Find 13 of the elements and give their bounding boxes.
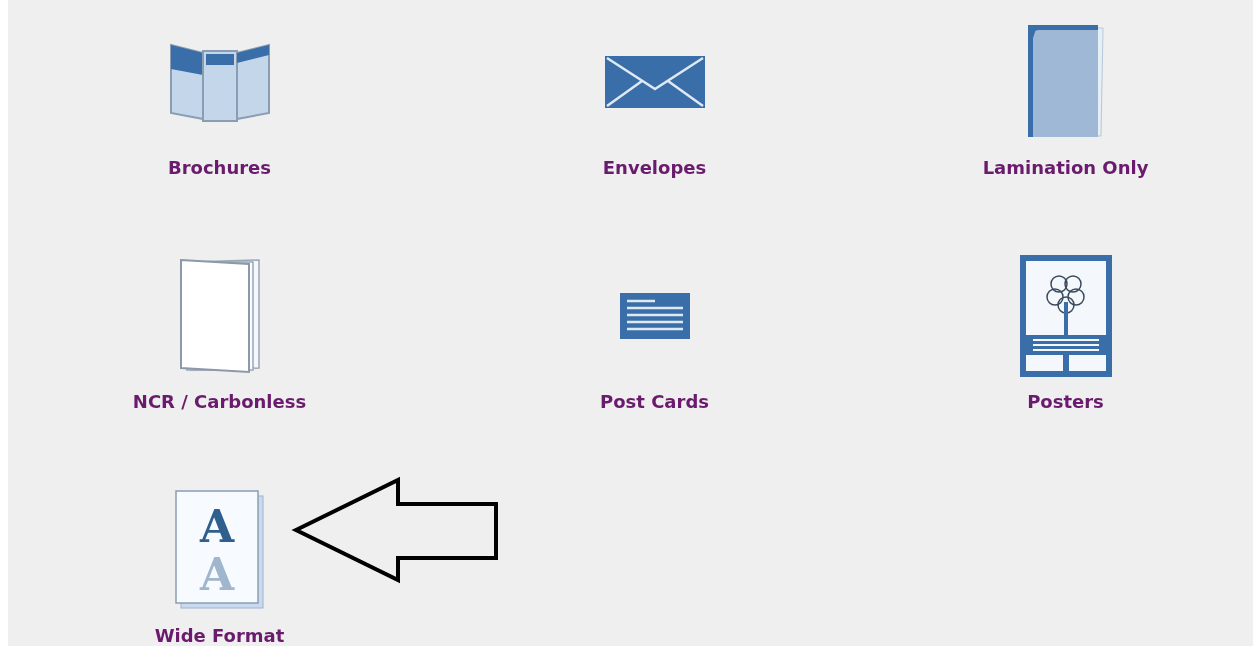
poster-icon[interactable] — [1018, 254, 1113, 378]
booklet-icon[interactable] — [178, 258, 261, 374]
category-link[interactable]: Wide Format — [154, 623, 285, 646]
document-icon[interactable] — [1026, 24, 1105, 140]
category-link[interactable]: Envelopes — [602, 155, 707, 181]
category-link[interactable]: Posters — [1027, 389, 1104, 415]
category-link[interactable]: Lamination Only — [982, 155, 1149, 181]
postcard-icon[interactable] — [618, 292, 691, 340]
category-link[interactable]: NCR / Carbonless — [132, 389, 307, 415]
category-link[interactable]: Brochures — [167, 155, 272, 181]
category-link[interactable]: Post Cards — [600, 389, 709, 415]
brochure-icon[interactable] — [168, 41, 271, 123]
envelope-icon[interactable] — [603, 55, 706, 109]
